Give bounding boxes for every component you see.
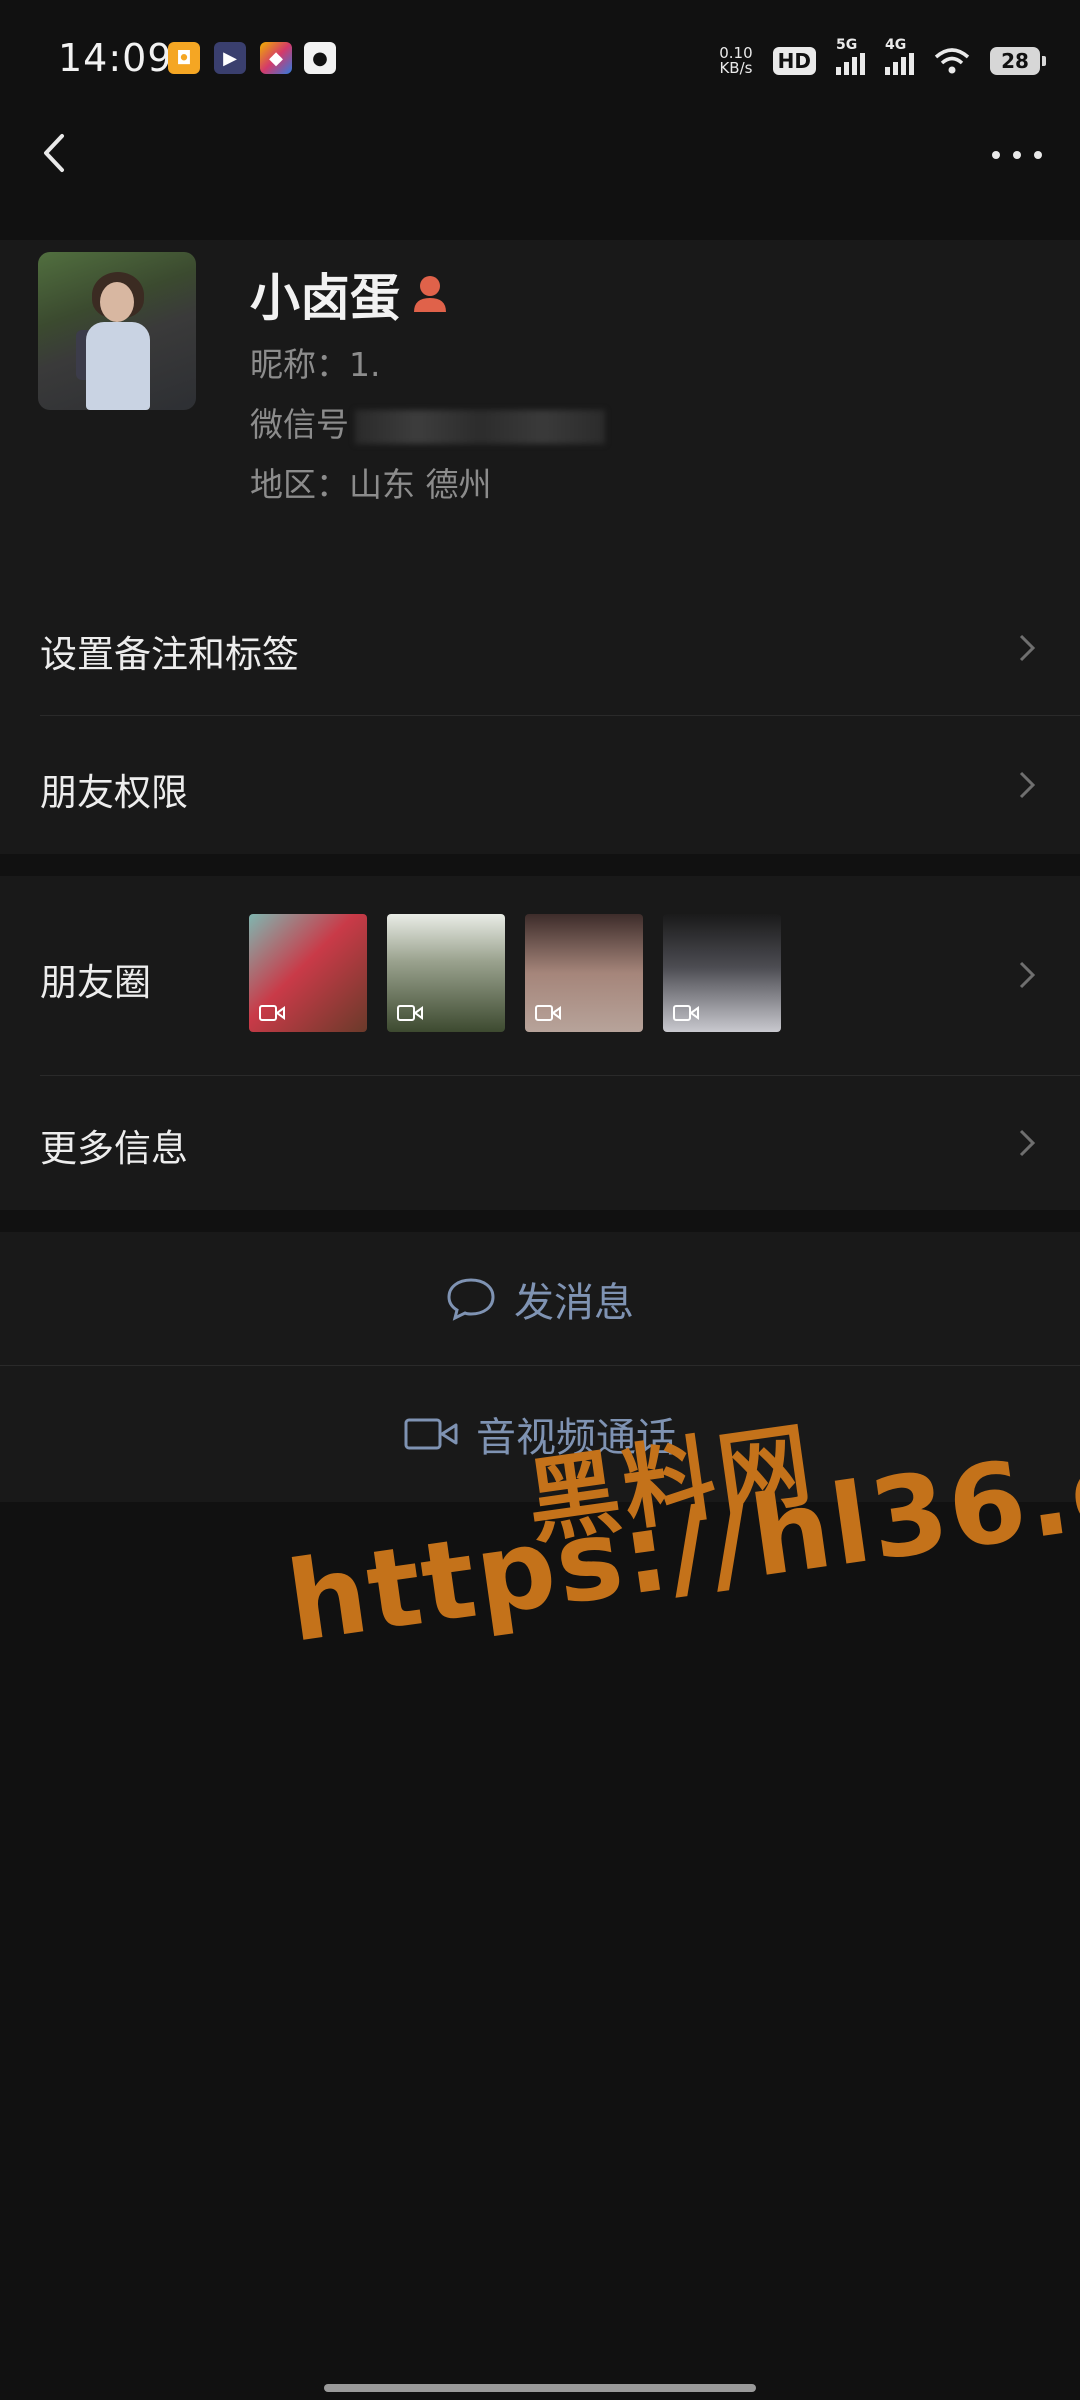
chevron-right-icon — [1019, 771, 1036, 799]
avatar[interactable] — [38, 252, 196, 410]
moments-thumb-3[interactable] — [525, 914, 643, 1032]
send-message-label: 发消息 — [514, 1280, 634, 1326]
video-camera-icon — [535, 1005, 561, 1021]
moments-thumb-2[interactable] — [387, 914, 505, 1032]
moments-thumb-4[interactable] — [663, 914, 781, 1032]
network-speed-unit: KB/s — [719, 59, 753, 77]
video-app-icon: ▶ — [214, 42, 246, 74]
signal-4g-label: 4G — [885, 37, 907, 53]
hd-icon: HD — [772, 47, 816, 75]
video-camera-icon — [259, 1005, 285, 1021]
home-indicator[interactable] — [324, 2384, 756, 2392]
network-speed: 0.10 KB/s — [719, 46, 752, 76]
moments-label: 朋友圈 — [40, 961, 151, 1004]
status-bar: 14:09 ◘ ▶ ◆ ● 0.10 KB/s HD 5G 4G 28 — [0, 0, 1080, 120]
video-camera-icon — [397, 1005, 423, 1021]
status-time: 14:09 — [58, 36, 173, 80]
app-notification-icon: ◘ — [168, 42, 200, 74]
battery-icon: 28 — [990, 47, 1046, 75]
profile-name: 小卤蛋 — [250, 258, 450, 330]
status-indicators: 0.10 KB/s HD 5G 4G 28 — [719, 37, 1046, 84]
friend-permissions-row[interactable]: 朋友权限 — [0, 716, 1080, 854]
wechat-id: 微信号 — [250, 398, 605, 446]
chat-bubble-icon — [447, 1278, 495, 1321]
chevron-right-icon — [1019, 1129, 1036, 1157]
back-arrow-icon[interactable] — [34, 128, 74, 178]
chevron-right-icon — [1019, 961, 1036, 989]
profile-name-text: 小卤蛋 — [250, 269, 400, 327]
more-options-icon[interactable] — [992, 140, 1042, 170]
signal-5g-icon: 5G — [836, 37, 865, 75]
wifi-icon — [934, 48, 970, 74]
more-info-row[interactable]: 更多信息 — [0, 1076, 1080, 1210]
play-app-icon: ● — [304, 42, 336, 74]
signal-4g-icon: 4G — [885, 37, 914, 75]
moments-row[interactable]: 朋友圈 — [0, 876, 1080, 1076]
profile-card: 小卤蛋 昵称：1. 微信号 地区：山东 德州 — [0, 240, 1080, 580]
region: 地区：山东 德州 — [250, 465, 492, 504]
remark-tags-row[interactable]: 设置备注和标签 — [0, 580, 1080, 716]
chevron-right-icon — [1019, 634, 1036, 662]
friend-permissions-label: 朋友权限 — [40, 771, 188, 814]
video-camera-icon — [673, 1005, 699, 1021]
signal-5g-label: 5G — [836, 37, 858, 53]
video-call-icon — [404, 1418, 458, 1450]
more-info-label: 更多信息 — [40, 1127, 188, 1170]
wechat-id-label: 微信号 — [250, 405, 349, 444]
nickname: 昵称：1. — [250, 345, 381, 384]
remark-tags-label: 设置备注和标签 — [40, 633, 299, 676]
wechat-id-redacted — [355, 409, 605, 444]
send-message-button[interactable]: 发消息 — [0, 1232, 1080, 1366]
moments-thumb-1[interactable] — [249, 914, 367, 1032]
game-app-icon: ◆ — [260, 42, 292, 74]
person-badge-icon — [414, 276, 446, 312]
